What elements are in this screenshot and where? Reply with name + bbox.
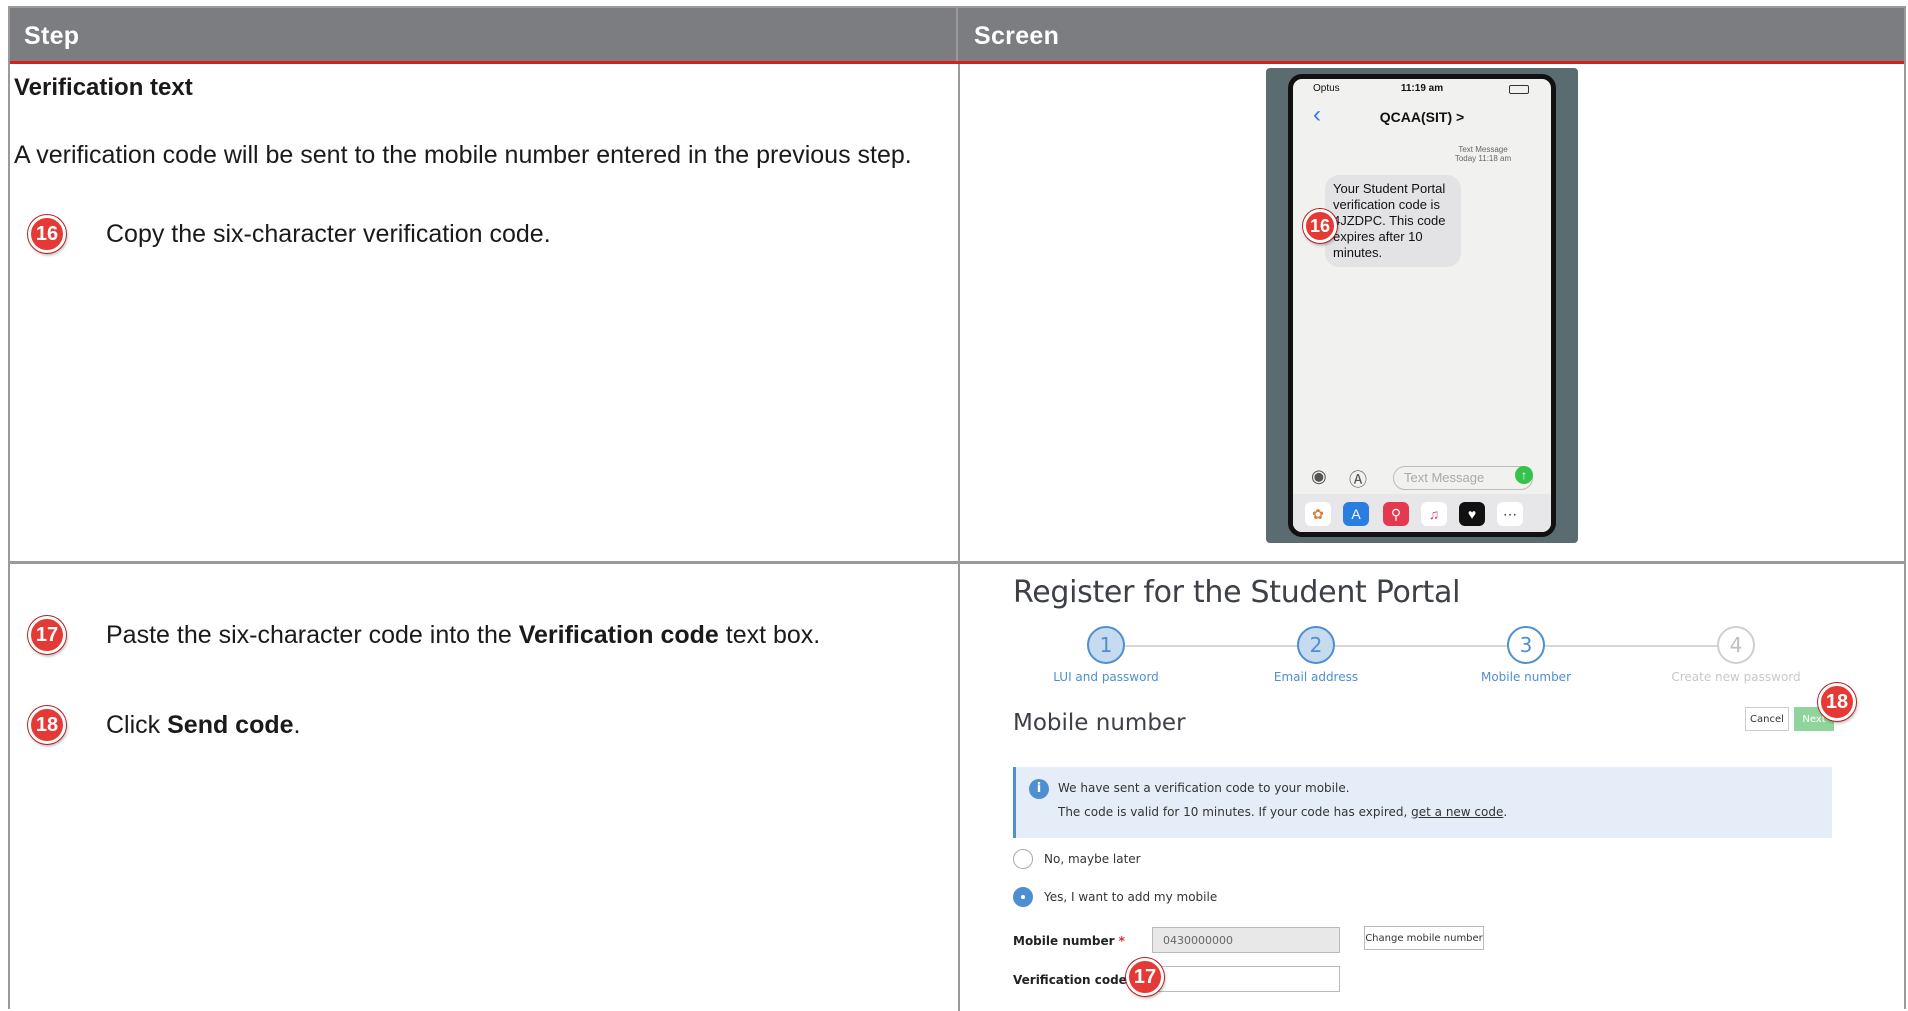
- radio-yes-add-mobile[interactable]: Yes, I want to add my mobile: [1013, 887, 1217, 907]
- phone-screenshot: Optus 11:19 am ‹ QCAA(SIT) > Text Messag…: [1266, 68, 1578, 543]
- mobile-number-input[interactable]: [1152, 927, 1340, 953]
- step-17: 17 Paste the six-character code into the…: [28, 616, 820, 654]
- info-text: The code is valid for 10 minutes. If you…: [1058, 805, 1412, 819]
- info-icon: i: [1029, 779, 1049, 799]
- wizard-step-number: 3: [1507, 626, 1545, 664]
- callout-badge-17: 17: [1126, 958, 1164, 996]
- message-meta: Text Message Today 11:18 am: [1383, 145, 1551, 163]
- info-line-2: The code is valid for 10 minutes. If you…: [1058, 805, 1507, 819]
- radio-button-selected[interactable]: [1013, 887, 1033, 907]
- step-text: Paste the six-character code into the Ve…: [106, 621, 820, 650]
- step-text-bold: Send code: [167, 710, 294, 739]
- row-divider: [10, 561, 1904, 564]
- radio-no-maybe-later[interactable]: No, maybe later: [1013, 849, 1141, 869]
- radio-label: No, maybe later: [1044, 852, 1141, 866]
- label-text: Mobile number: [1013, 934, 1115, 948]
- intro-paragraph: A verification code will be sent to the …: [14, 141, 912, 169]
- wizard-step-label: Create new password: [1671, 670, 1801, 684]
- step-badge: 18: [28, 706, 66, 744]
- change-mobile-number-button[interactable]: Change mobile number: [1364, 926, 1484, 950]
- wizard-line: [1107, 645, 1747, 647]
- step-badge: 16: [28, 215, 66, 253]
- required-mark: *: [1118, 934, 1125, 948]
- app-dock: ✿ A ⚲ ♫ ♥ ⋯: [1293, 494, 1551, 532]
- verification-code-input[interactable]: [1152, 966, 1340, 992]
- radio-label: Yes, I want to add my mobile: [1044, 890, 1218, 904]
- mobile-number-heading: Mobile number: [1013, 710, 1186, 736]
- more-icon: ⋯: [1497, 502, 1523, 526]
- step-text-part: .: [293, 710, 301, 739]
- camera-icon: ◉: [1311, 466, 1327, 486]
- wizard-step-label: Email address: [1273, 670, 1359, 684]
- wizard-step-4: 4 Create new password: [1656, 626, 1816, 684]
- step-text-part: text box.: [718, 620, 821, 649]
- verification-code-label: Verification code*: [1013, 973, 1137, 987]
- step-text-part: Paste the six-character code into the: [106, 620, 519, 649]
- sms-bubble: Your Student Portal verification code is…: [1325, 175, 1461, 267]
- phone-screen: Optus 11:19 am ‹ QCAA(SIT) > Text Messag…: [1288, 74, 1556, 537]
- info-line-1: We have sent a verification code to your…: [1058, 781, 1350, 795]
- header-step: Step: [10, 8, 958, 61]
- mobile-number-label: Mobile number *: [1013, 934, 1125, 948]
- wizard-step-1[interactable]: 1 LUI and password: [1026, 626, 1186, 684]
- info-text: .: [1503, 805, 1508, 819]
- step-text-part: Click: [106, 710, 168, 739]
- step-18: 18 Click Send code.: [28, 706, 300, 744]
- app-store-icon: Ⓐ: [1349, 470, 1367, 490]
- app-store-dock-icon: A: [1343, 502, 1369, 526]
- get-new-code-link[interactable]: get a new code: [1411, 805, 1503, 819]
- wizard-step-number: 2: [1297, 626, 1335, 664]
- registration-wizard: 1 LUI and password 2 Email address 3 Mob…: [1013, 626, 1833, 686]
- message-type: Text Message: [1458, 145, 1508, 154]
- info-banner: i We have sent a verification code to yo…: [1013, 767, 1832, 838]
- step-text: Click Send code.: [106, 711, 300, 740]
- step-text-bold: Verification code: [518, 620, 719, 649]
- music-icon: ♫: [1421, 502, 1447, 526]
- wizard-step-2[interactable]: 2 Email address: [1236, 626, 1396, 684]
- message-toolbar: ◉ Ⓐ Text Message ↑: [1293, 464, 1551, 492]
- wizard-step-label: LUI and password: [1053, 670, 1159, 684]
- contact-name: QCAA(SIT) >: [1379, 109, 1465, 125]
- step-text: Copy the six-character verification code…: [106, 219, 551, 248]
- battery-icon: [1509, 85, 1529, 94]
- column-divider: [958, 64, 960, 1011]
- portal-title: Register for the Student Portal: [1013, 575, 1461, 610]
- phone-badge-16: 16: [1303, 209, 1337, 243]
- radio-button[interactable]: [1013, 849, 1033, 869]
- send-arrow-icon: ↑: [1515, 466, 1533, 484]
- section-title: Verification text: [14, 74, 193, 101]
- step-16: 16 Copy the six-character verification c…: [28, 215, 551, 253]
- message-input: Text Message: [1393, 466, 1533, 490]
- message-time: Today 11:18 am: [1454, 154, 1512, 163]
- header-screen: Screen: [974, 22, 1060, 50]
- cancel-button[interactable]: Cancel: [1745, 707, 1789, 731]
- photos-icon: ✿: [1305, 502, 1331, 526]
- wizard-step-number: 1: [1087, 626, 1125, 664]
- heart-icon: ♥: [1459, 502, 1485, 526]
- step-badge: 17: [28, 616, 66, 654]
- table-header: Step Screen: [10, 8, 1904, 64]
- search-images-icon: ⚲: [1383, 502, 1409, 526]
- label-text: Verification code: [1013, 973, 1127, 987]
- phone-status-bar: Optus 11:19 am: [1293, 83, 1551, 99]
- wizard-step-3[interactable]: 3 Mobile number: [1446, 626, 1606, 684]
- callout-badge-18: 18: [1818, 683, 1856, 721]
- wizard-step-label: Mobile number: [1480, 670, 1571, 684]
- wizard-step-number: 4: [1717, 626, 1755, 664]
